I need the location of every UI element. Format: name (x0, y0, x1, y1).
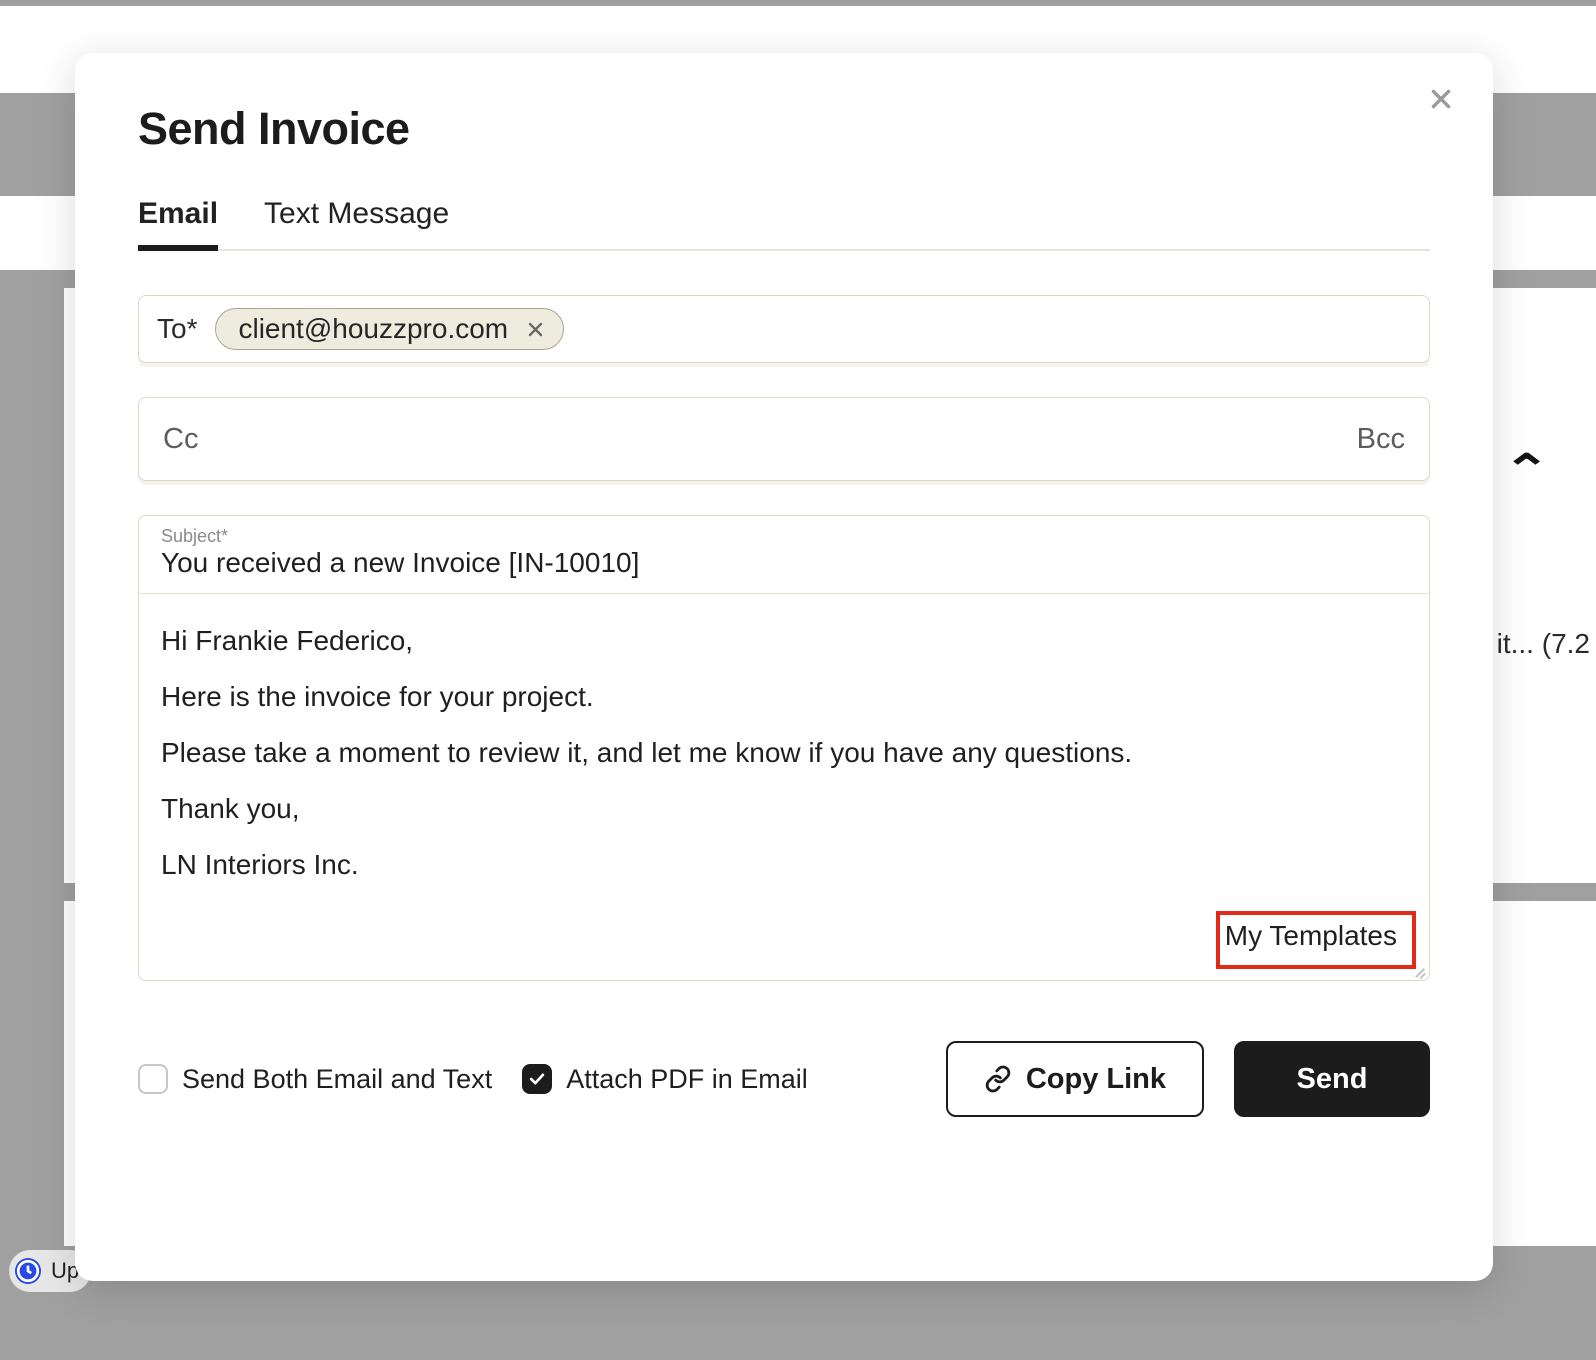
body-line: Hi Frankie Federico, (161, 620, 1407, 662)
copy-link-label: Copy Link (1026, 1063, 1166, 1096)
message-composer: Subject* Hi Frankie Federico, Here is th… (138, 515, 1430, 981)
chevron-up-icon: ⌃ (1503, 445, 1551, 494)
checkbox-checked-icon (522, 1064, 552, 1094)
tab-email[interactable]: Email (138, 197, 218, 249)
checkbox-unchecked-icon (138, 1064, 168, 1094)
copy-link-button[interactable]: Copy Link (946, 1041, 1204, 1117)
x-icon (526, 320, 545, 339)
body-line: LN Interiors Inc. (161, 844, 1407, 886)
cc-label[interactable]: Cc (163, 423, 198, 456)
body-line: Thank you, (161, 788, 1407, 830)
close-icon (1428, 86, 1454, 112)
clock-icon (15, 1258, 41, 1284)
to-field[interactable]: To* client@houzzpro.com (138, 295, 1430, 363)
send-button[interactable]: Send (1234, 1041, 1430, 1117)
body-editor[interactable]: Hi Frankie Federico, Here is the invoice… (139, 594, 1429, 980)
attach-pdf-checkbox[interactable]: Attach PDF in Email (522, 1064, 808, 1095)
link-icon (984, 1065, 1012, 1093)
my-templates-button[interactable]: My Templates (1215, 912, 1407, 960)
recipient-chip[interactable]: client@houzzpro.com (215, 308, 564, 350)
send-label: Send (1297, 1063, 1368, 1096)
subject-label: Subject* (161, 526, 1407, 547)
subject-input[interactable] (161, 547, 1407, 579)
bcc-toggle[interactable]: Bcc (1357, 423, 1405, 456)
to-label: To* (157, 313, 197, 345)
modal-footer: Send Both Email and Text Attach PDF in E… (138, 1041, 1430, 1117)
close-button[interactable] (1423, 81, 1459, 117)
remove-recipient-button[interactable] (526, 320, 545, 339)
modal-title: Send Invoice (138, 103, 1430, 155)
body-line: Here is the invoice for your project. (161, 676, 1407, 718)
send-both-checkbox[interactable]: Send Both Email and Text (138, 1064, 492, 1095)
send-both-label: Send Both Email and Text (182, 1064, 492, 1095)
body-line: Please take a moment to review it, and l… (161, 732, 1407, 774)
checkmark-icon (527, 1069, 547, 1089)
tab-text-message[interactable]: Text Message (264, 197, 449, 249)
subject-field[interactable]: Subject* (139, 516, 1429, 594)
cc-field[interactable]: Cc Bcc (138, 397, 1430, 481)
tabs: Email Text Message (138, 197, 1430, 251)
recipient-email: client@houzzpro.com (238, 313, 508, 345)
send-invoice-modal: Send Invoice Email Text Message To* clie… (75, 53, 1493, 1281)
resize-handle-icon[interactable] (1411, 962, 1427, 978)
attach-pdf-label: Attach PDF in Email (566, 1064, 808, 1095)
